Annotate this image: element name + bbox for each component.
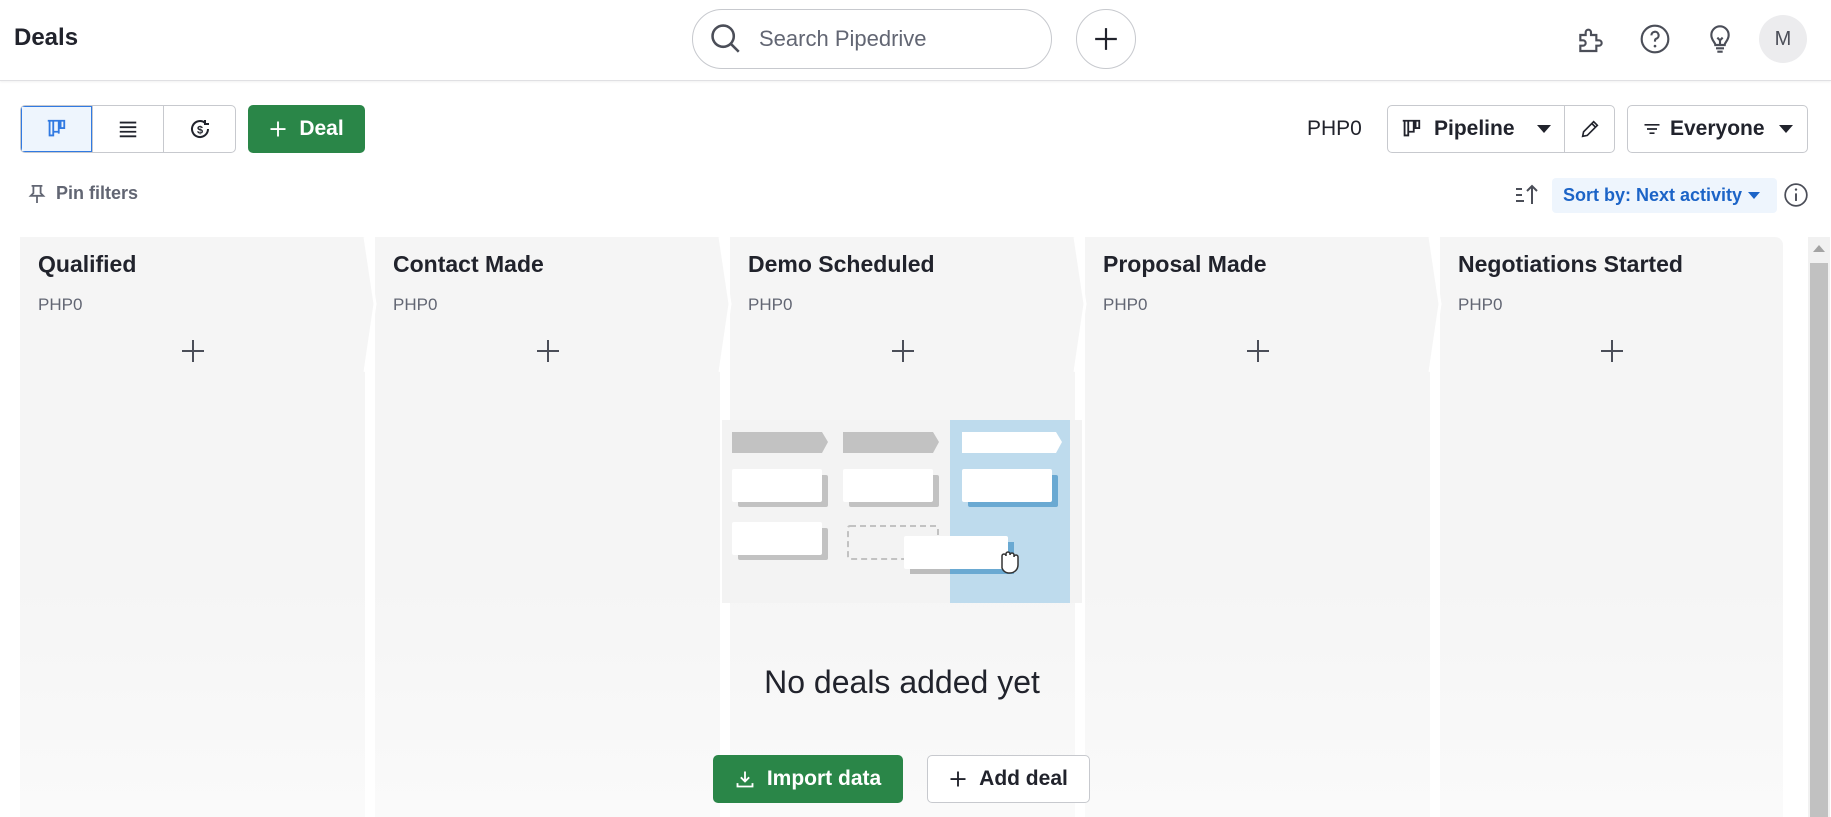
owner-filter-dropdown[interactable]: Everyone: [1627, 105, 1808, 153]
stage-separator-chevron: [1428, 237, 1442, 372]
page-title: Deals: [14, 24, 79, 51]
pin-filters-button[interactable]: Pin filters: [28, 183, 138, 204]
edit-pipeline-button[interactable]: [1565, 106, 1614, 152]
avatar-initial: M: [1774, 27, 1792, 50]
stage-total: PHP0: [1458, 295, 1503, 314]
pin-filters-label: Pin filters: [56, 183, 139, 203]
svg-text:$: $: [197, 125, 203, 137]
stage-column: Negotiations Started PHP0: [1440, 237, 1783, 817]
stage-column: Proposal Made PHP0: [1085, 237, 1430, 817]
pipeline-view-button[interactable]: [21, 106, 93, 152]
stage-total: PHP0: [1103, 295, 1148, 314]
scroll-up-arrow-icon[interactable]: [1813, 245, 1825, 252]
sort-label: Sort by: Next activity: [1563, 185, 1743, 205]
list-view-icon: [119, 121, 137, 138]
tips-button[interactable]: [1701, 20, 1739, 58]
add-deal-empty-button[interactable]: Add deal: [927, 755, 1090, 803]
stage-column: Contact Made PHP0: [375, 237, 720, 817]
pipeline-label: Pipeline: [1434, 117, 1515, 140]
stage-total: PHP0: [748, 295, 793, 314]
import-data-button[interactable]: Import data: [713, 755, 903, 803]
search-input[interactable]: Search Pipedrive: [692, 9, 1052, 69]
stage-name: Demo Scheduled: [748, 251, 935, 277]
chevron-down-icon: [1778, 125, 1793, 133]
empty-state-message: No deals added yet: [764, 664, 1040, 700]
plus-icon: [1095, 28, 1117, 50]
list-view-button[interactable]: [93, 106, 165, 152]
plus-icon: [950, 771, 966, 787]
search-icon: [711, 24, 740, 53]
stage-separator-chevron: [363, 237, 377, 372]
import-data-label: Import data: [766, 767, 882, 790]
stage-separator-chevron: [718, 237, 732, 372]
lightbulb-icon: [1710, 25, 1730, 53]
add-deal-label: Deal: [299, 117, 344, 140]
stage-column: Qualified PHP0: [20, 237, 365, 817]
add-deal-to-stage-icon[interactable]: [891, 339, 915, 363]
forecast-view-button[interactable]: $: [164, 106, 235, 152]
help-icon: [1640, 24, 1670, 54]
sort-dropdown[interactable]: Sort by: Next activity: [1552, 178, 1777, 213]
stage-total: PHP0: [393, 295, 438, 314]
pencil-icon: [1581, 120, 1599, 138]
chevron-down-icon: [1536, 125, 1551, 133]
avatar[interactable]: M: [1759, 15, 1807, 63]
stage-name: Negotiations Started: [1458, 251, 1683, 277]
pipeline-view-icon: [48, 119, 66, 137]
filter-label: Everyone: [1670, 117, 1765, 140]
stage-name: Qualified: [38, 251, 137, 277]
forecast-view-icon: $: [190, 120, 209, 138]
stage-name: Proposal Made: [1103, 251, 1267, 277]
sort-info-button[interactable]: [1783, 182, 1809, 213]
quick-add-button[interactable]: [1076, 9, 1136, 69]
extensions-button[interactable]: [1572, 20, 1610, 58]
stage-separator-chevron: [1073, 237, 1087, 372]
stage-total: PHP0: [38, 295, 83, 314]
pin-icon: [28, 184, 46, 203]
pipeline-icon: [1402, 119, 1421, 137]
pipeline-dropdown[interactable]: Pipeline: [1388, 106, 1565, 152]
add-deal-to-stage-icon[interactable]: [1246, 339, 1270, 363]
search-placeholder: Search Pipedrive: [759, 26, 927, 51]
download-icon: [736, 771, 754, 788]
view-switcher: $: [20, 105, 236, 153]
vertical-scrollbar[interactable]: [1808, 237, 1830, 817]
plus-icon: [270, 121, 286, 137]
filter-icon: [1644, 124, 1660, 134]
help-button[interactable]: [1636, 20, 1674, 58]
puzzle-icon: [1579, 28, 1603, 53]
add-deal-to-stage-icon[interactable]: [536, 339, 560, 363]
add-deal-empty-label: Add deal: [979, 767, 1068, 790]
sort-direction-button[interactable]: [1514, 183, 1540, 212]
add-deal-to-stage-icon[interactable]: [181, 339, 205, 363]
scrollbar-thumb[interactable]: [1810, 263, 1828, 817]
add-deal-button[interactable]: Deal: [248, 105, 365, 153]
pipeline-total: PHP0: [1307, 117, 1362, 140]
sort-ascending-icon: [1516, 184, 1538, 204]
empty-pipeline-illustration: [722, 420, 1082, 603]
info-icon: [1784, 183, 1808, 207]
pipeline-selector: Pipeline: [1387, 105, 1615, 153]
stage-name: Contact Made: [393, 251, 544, 277]
top-header: Deals Search Pipedrive M: [0, 0, 1831, 81]
chevron-down-icon: [1748, 192, 1761, 199]
add-deal-to-stage-icon[interactable]: [1600, 339, 1624, 363]
